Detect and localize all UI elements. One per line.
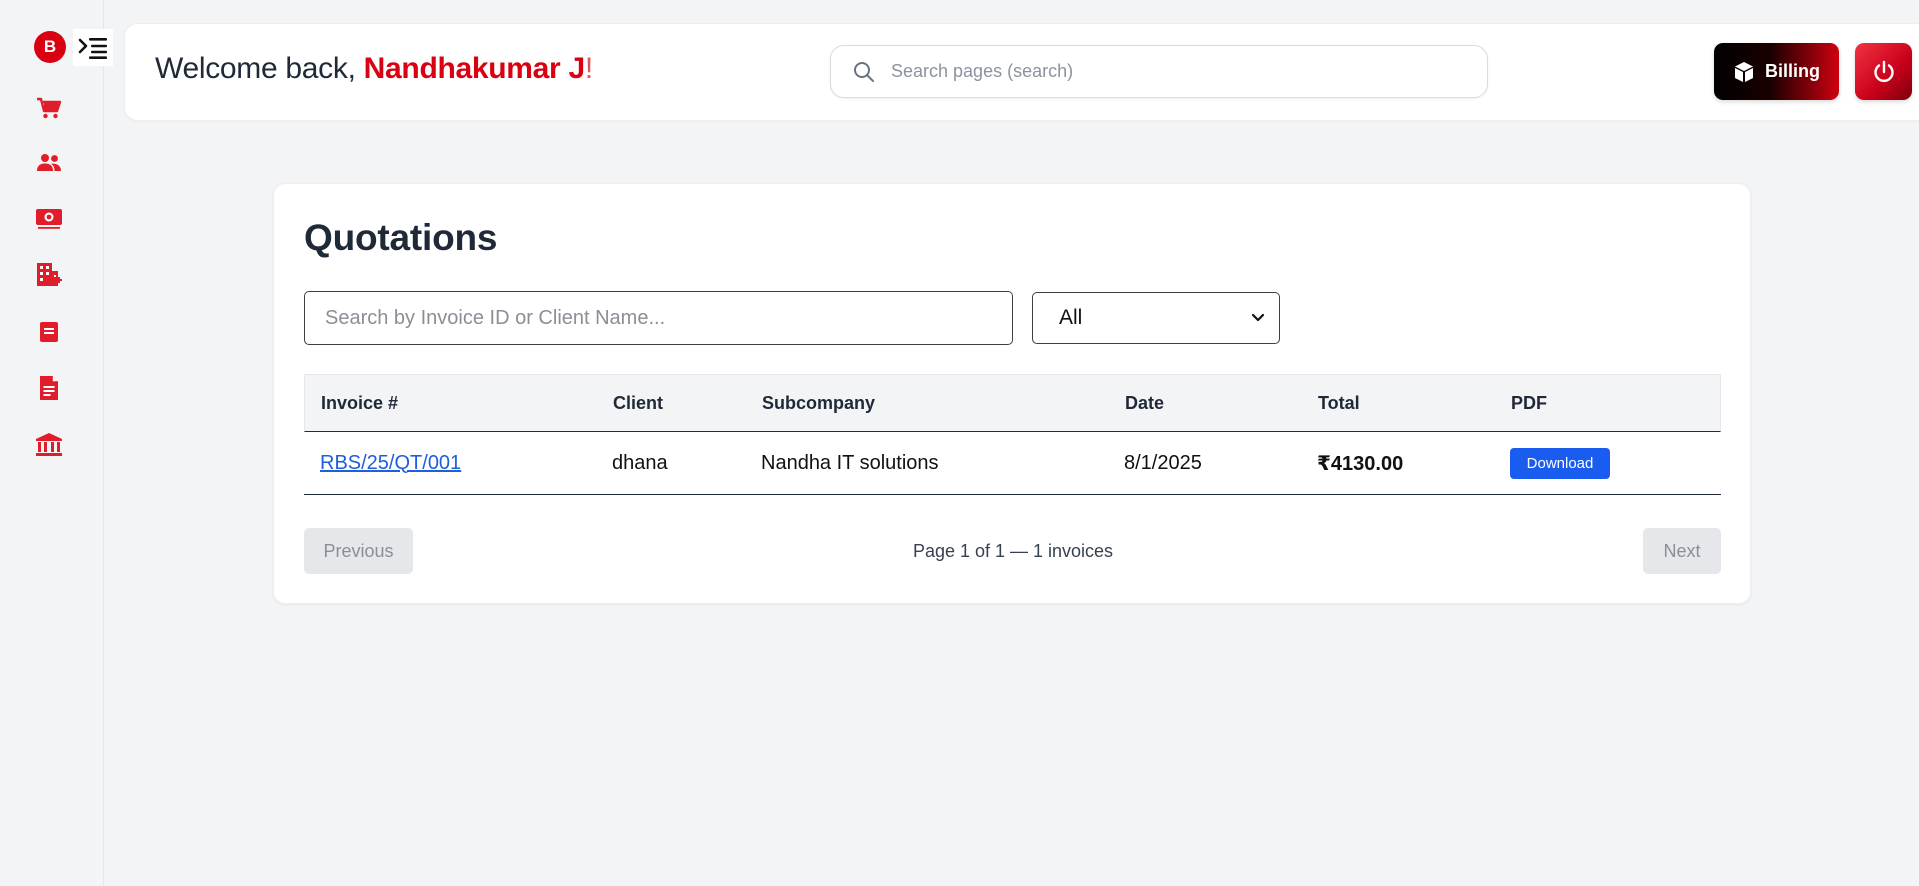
sidebar-item-companies[interactable] [34,260,64,290]
chevron-down-icon [1251,313,1265,322]
download-pdf-button[interactable]: Download [1510,447,1610,479]
column-header-pdf: PDF [1511,392,1547,413]
sidebar-item-cart[interactable] [34,93,64,123]
sidebar-item-quotations[interactable] [34,373,64,403]
logout-button[interactable] [1855,43,1912,100]
menu-toggle-button[interactable] [73,29,113,66]
pagination-info: Page 1 of 1 — 1 invoices [912,541,1114,561]
search-icon [853,61,875,83]
invoice-search-input[interactable] [304,291,1013,345]
menu-indent-icon [78,37,107,59]
quotations-card: Quotations All Invoice # Client Subcompa… [273,183,1751,604]
page-search-input[interactable] [891,61,1451,82]
power-icon [1873,60,1894,82]
total-cell: ₹4130.00 [1317,452,1404,475]
client-cell: dhana [612,451,668,474]
billing-button[interactable]: Billing [1714,43,1839,100]
column-header-subcompany: Subcompany [762,392,876,413]
welcome-message: Welcome back, Nandhakumar J! [155,52,593,86]
sidebar-item-cash[interactable] [34,204,64,234]
top-header: Welcome back, Nandhakumar J! Billing [124,23,1919,121]
bank-icon [36,433,62,456]
subcompany-filter-select[interactable]: All [1032,292,1280,344]
column-header-client: Client [613,392,664,413]
column-header-date: Date [1125,392,1165,413]
date-cell: 8/1/2025 [1124,451,1202,474]
file-text-icon [40,376,58,400]
column-header-total: Total [1318,392,1360,413]
cash-icon [36,209,62,229]
brand-logo[interactable]: B [34,31,66,63]
quotations-table: Invoice # Client Subcompany Date Total P… [304,374,1721,495]
page-search[interactable] [830,45,1488,98]
box-icon [1735,61,1753,82]
invoice-link[interactable]: RBS/25/QT/001 [320,452,461,475]
table-header-row: Invoice # Client Subcompany Date Total P… [304,374,1721,432]
filter-selected-value: All [1059,306,1083,329]
billing-label: Billing [1765,61,1820,81]
building-add-icon [37,263,62,286]
users-icon [37,154,61,171]
subcompany-cell: Nandha IT solutions [761,451,939,474]
cart-icon [37,97,62,119]
column-header-invoice: Invoice # [321,392,399,413]
user-name: Nandhakumar J [363,52,585,85]
previous-page-button[interactable]: Previous [304,528,413,574]
sidebar-item-users[interactable] [34,148,64,178]
sidebar: B [0,0,113,886]
table-row: RBS/25/QT/001 dhana Nandha IT solutions … [304,432,1721,495]
page-title: Quotations [304,217,498,258]
welcome-prefix: Welcome back, [155,52,364,85]
welcome-suffix: ! [584,52,593,85]
document-icon [40,322,58,342]
sidebar-item-invoices[interactable] [34,317,64,347]
sidebar-item-bank[interactable] [34,430,64,460]
next-page-button[interactable]: Next [1643,528,1721,574]
